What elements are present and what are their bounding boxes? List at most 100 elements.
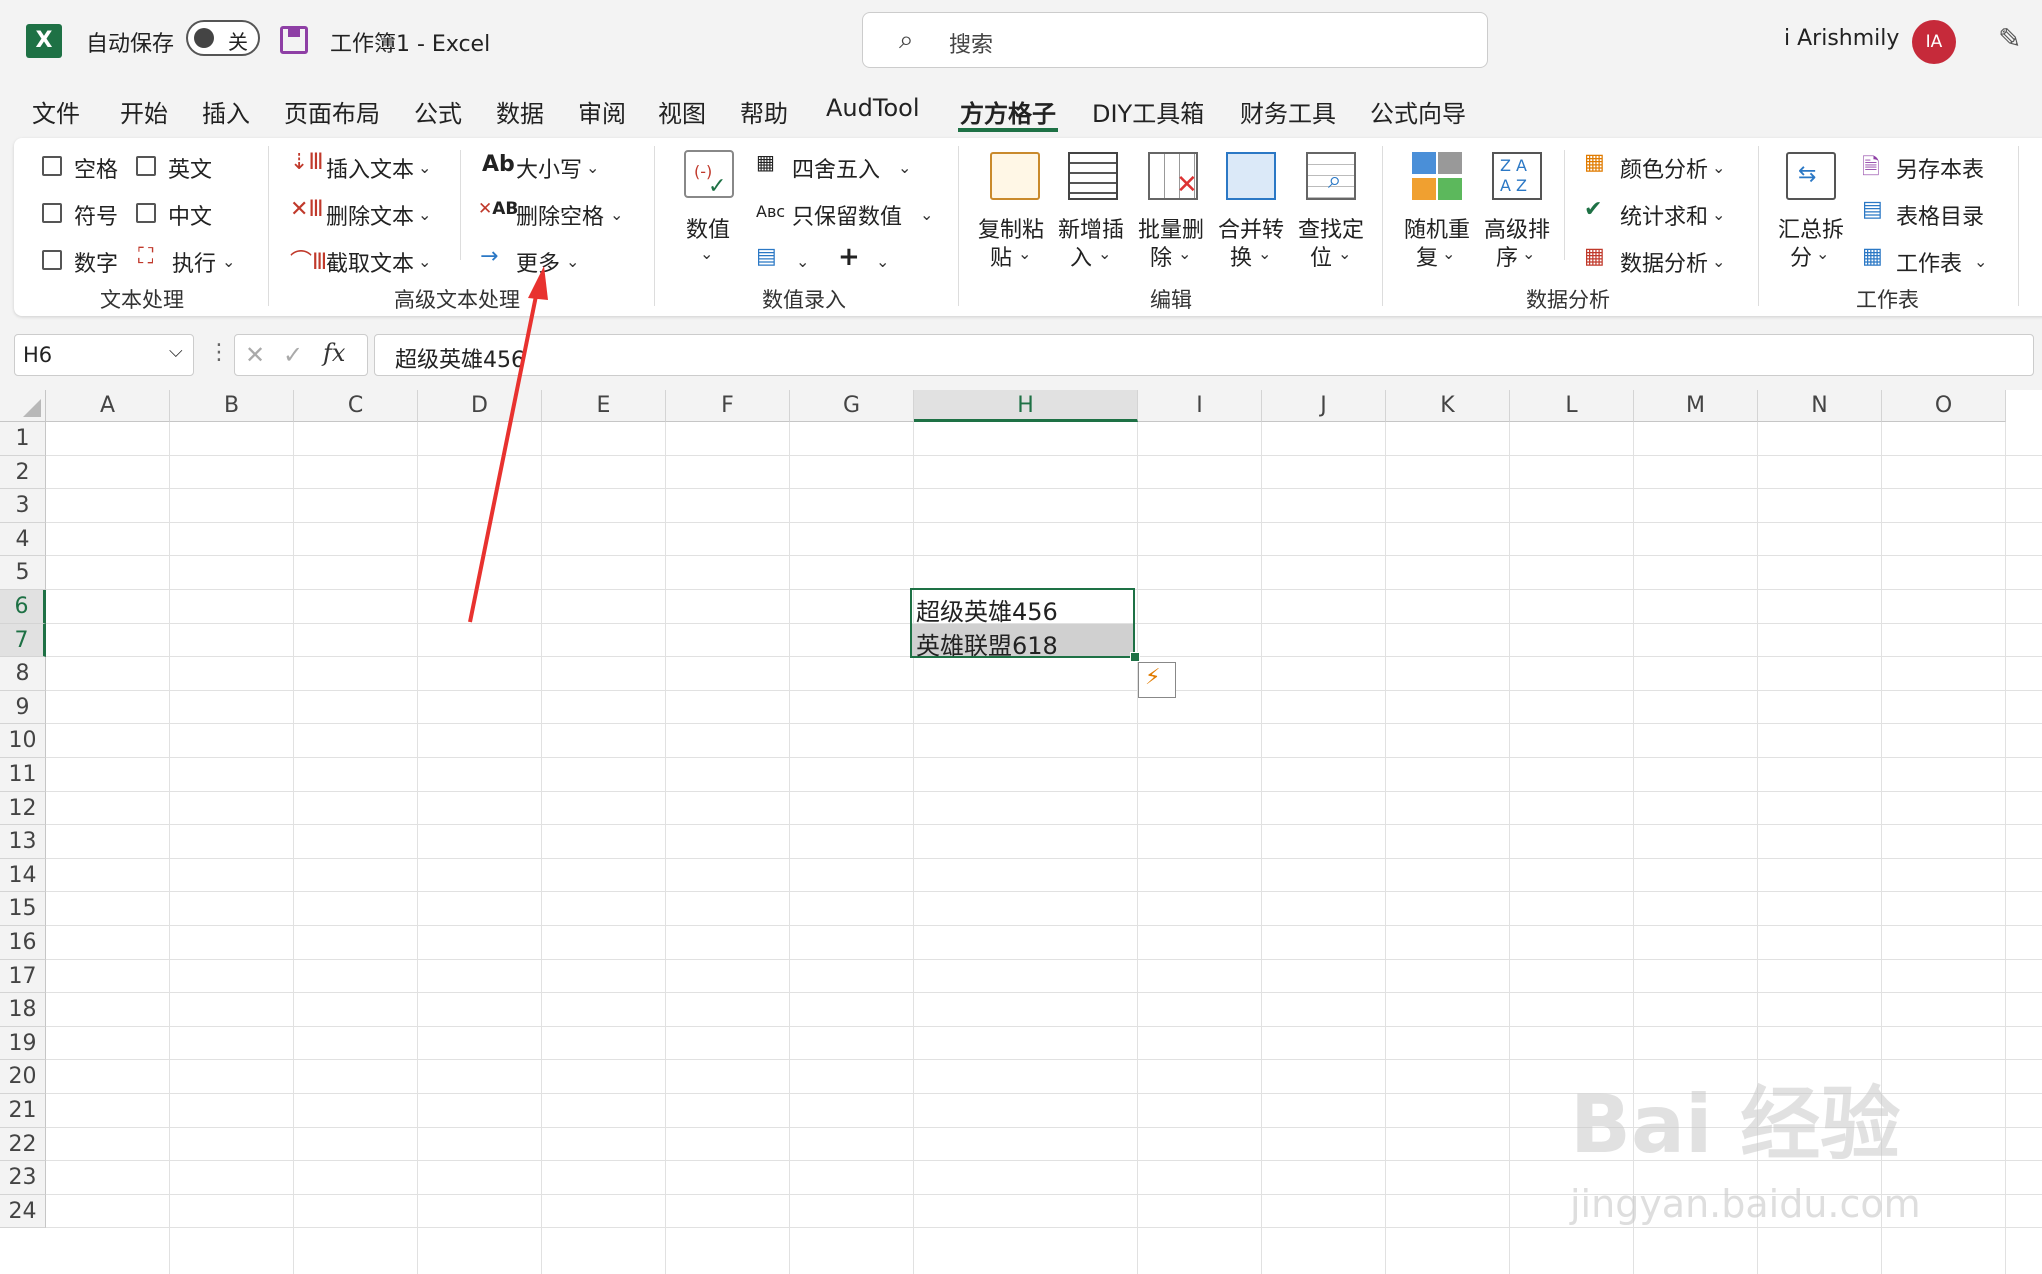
row-header-4[interactable]: 4 xyxy=(0,522,46,557)
color-analysis-button[interactable]: 颜色分析 xyxy=(1620,152,1708,184)
column-header-f[interactable]: F xyxy=(666,390,790,422)
fill-handle[interactable] xyxy=(1130,652,1140,662)
sum-stats-button[interactable]: 统计求和 xyxy=(1620,199,1708,231)
delete-text-button[interactable]: 删除文本 xyxy=(326,199,414,231)
column-header-k[interactable]: K xyxy=(1386,390,1510,422)
checkbox-chinese[interactable] xyxy=(136,203,156,223)
checkbox-space[interactable] xyxy=(42,156,62,176)
row-header-11[interactable]: 11 xyxy=(0,758,46,792)
tab-audtool[interactable]: AudTool xyxy=(826,94,919,122)
save-icon[interactable] xyxy=(280,26,308,54)
row-header-10[interactable]: 10 xyxy=(0,724,46,758)
chevron-down-icon[interactable]: ⌄ xyxy=(1258,244,1271,263)
chevron-down-icon[interactable]: ⌄ xyxy=(700,244,713,263)
row-header-22[interactable]: 22 xyxy=(0,1127,46,1162)
delete-space-button[interactable]: 删除空格 xyxy=(516,199,604,231)
row-header-19[interactable]: 19 xyxy=(0,1026,46,1061)
flash-fill-options-icon[interactable]: ⚡ xyxy=(1138,662,1176,698)
advanced-sort-label-2[interactable]: 序 xyxy=(1496,240,1518,272)
insert-function-icon[interactable]: fx xyxy=(323,339,345,367)
row-header-17[interactable]: 17 xyxy=(0,959,46,994)
column-header-l[interactable]: L xyxy=(1510,390,1634,422)
column-header-d[interactable]: D xyxy=(418,390,542,422)
insert-text-button[interactable]: 插入文本 xyxy=(326,152,414,184)
formula-input[interactable]: 超级英雄456 xyxy=(374,334,2034,376)
chevron-down-icon[interactable]: ⌄ xyxy=(1974,252,1987,271)
column-header-o[interactable]: O xyxy=(1882,390,2006,422)
row-header-20[interactable]: 20 xyxy=(0,1060,46,1094)
edit-table-icon[interactable]: ▤ xyxy=(756,244,777,269)
row-header-23[interactable]: 23 xyxy=(0,1161,46,1195)
chevron-down-icon[interactable]: ⌄ xyxy=(898,158,911,177)
merge-convert-label-2[interactable]: 换 xyxy=(1230,240,1252,272)
row-header-13[interactable]: 13 xyxy=(0,825,46,859)
row-header-7[interactable]: 7 xyxy=(0,623,46,658)
row-header-14[interactable]: 14 xyxy=(0,858,46,893)
chevron-down-icon[interactable]: ⌄ xyxy=(1712,158,1725,177)
case-button[interactable]: 大小写 xyxy=(516,152,582,184)
tab-finance-tools[interactable]: 财务工具 xyxy=(1240,94,1336,129)
tab-data[interactable]: 数据 xyxy=(496,94,544,129)
row-header-16[interactable]: 16 xyxy=(0,926,46,960)
chevron-down-icon[interactable]: ⌄ xyxy=(876,252,889,271)
column-header-i[interactable]: I xyxy=(1138,390,1262,422)
checkbox-symbol[interactable] xyxy=(42,203,62,223)
name-box[interactable]: H6 ⌵ xyxy=(14,334,194,376)
chevron-down-icon[interactable]: ⌄ xyxy=(1522,244,1535,263)
numeric-value-button[interactable]: 数值 xyxy=(686,212,730,244)
tab-home[interactable]: 开始 xyxy=(120,94,168,129)
more-button[interactable]: 更多 xyxy=(516,246,560,278)
chevron-down-icon[interactable]: ⌄ xyxy=(1712,205,1725,224)
avatar[interactable]: IA xyxy=(1912,20,1956,64)
summary-split-label-2[interactable]: 分 xyxy=(1790,240,1812,272)
tab-fangfanggezi[interactable]: 方方格子 xyxy=(960,94,1056,129)
row-header-12[interactable]: 12 xyxy=(0,791,46,826)
row-header-8[interactable]: 8 xyxy=(0,657,46,691)
pen-icon[interactable]: ✎ xyxy=(1998,22,2021,55)
tab-formulas[interactable]: 公式 xyxy=(414,94,462,129)
tab-file[interactable]: 文件 xyxy=(32,94,80,129)
tab-page-layout[interactable]: 页面布局 xyxy=(284,94,380,129)
autosave-toggle[interactable]: 关 xyxy=(186,20,260,56)
find-locate-label-2[interactable]: 位 xyxy=(1310,240,1332,272)
chevron-down-icon[interactable]: ⌄ xyxy=(418,158,431,177)
batch-delete-label-2[interactable]: 除 xyxy=(1150,240,1172,272)
cell-h7[interactable]: 英雄联盟618 xyxy=(916,626,1058,661)
column-header-b[interactable]: B xyxy=(170,390,294,422)
chevron-down-icon[interactable]: ⌄ xyxy=(1338,244,1351,263)
round-button[interactable]: 四舍五入 xyxy=(792,152,880,184)
chevron-down-icon[interactable]: ⌄ xyxy=(1098,244,1111,263)
column-header-e[interactable]: E xyxy=(542,390,666,422)
column-header-g[interactable]: G xyxy=(790,390,914,422)
more-options-icon[interactable]: ⋮ xyxy=(208,340,230,365)
user-name[interactable]: i Arishmily xyxy=(1784,26,1899,51)
chevron-down-icon[interactable]: ⌄ xyxy=(418,252,431,271)
tab-formula-wizard[interactable]: 公式向导 xyxy=(1370,94,1466,129)
chevron-down-icon[interactable]: ⌄ xyxy=(610,205,623,224)
column-header-m[interactable]: M xyxy=(1634,390,1758,422)
column-header-h[interactable]: H xyxy=(914,390,1138,422)
column-header-n[interactable]: N xyxy=(1758,390,1882,422)
chevron-down-icon[interactable]: ⌄ xyxy=(566,252,579,271)
column-header-a[interactable]: A xyxy=(46,390,170,422)
checkbox-number[interactable] xyxy=(42,250,62,270)
row-header-5[interactable]: 5 xyxy=(0,556,46,590)
column-header-c[interactable]: C xyxy=(294,390,418,422)
tab-view[interactable]: 视图 xyxy=(658,94,706,129)
row-header-9[interactable]: 9 xyxy=(0,690,46,725)
row-header-1[interactable]: 1 xyxy=(0,422,46,456)
chevron-down-icon[interactable]: ⌄ xyxy=(418,205,431,224)
chevron-down-icon[interactable]: ⌄ xyxy=(796,252,809,271)
row-header-3[interactable]: 3 xyxy=(0,489,46,523)
cell-h6[interactable]: 超级英雄456 xyxy=(916,592,1058,627)
copy-paste-label-2[interactable]: 贴 xyxy=(990,240,1012,272)
cancel-icon[interactable]: ✕ xyxy=(245,341,265,369)
table-of-contents-button[interactable]: 表格目录 xyxy=(1896,199,1984,231)
tab-insert[interactable]: 插入 xyxy=(202,94,250,129)
chevron-down-icon[interactable]: ⌄ xyxy=(1816,244,1829,263)
chevron-down-icon[interactable]: ⌄ xyxy=(1018,244,1031,263)
chevron-down-icon[interactable]: ⌄ xyxy=(1178,244,1191,263)
row-header-6[interactable]: 6 xyxy=(0,590,46,624)
extract-text-button[interactable]: 截取文本 xyxy=(326,246,414,278)
random-repeat-label-2[interactable]: 复 xyxy=(1416,240,1438,272)
